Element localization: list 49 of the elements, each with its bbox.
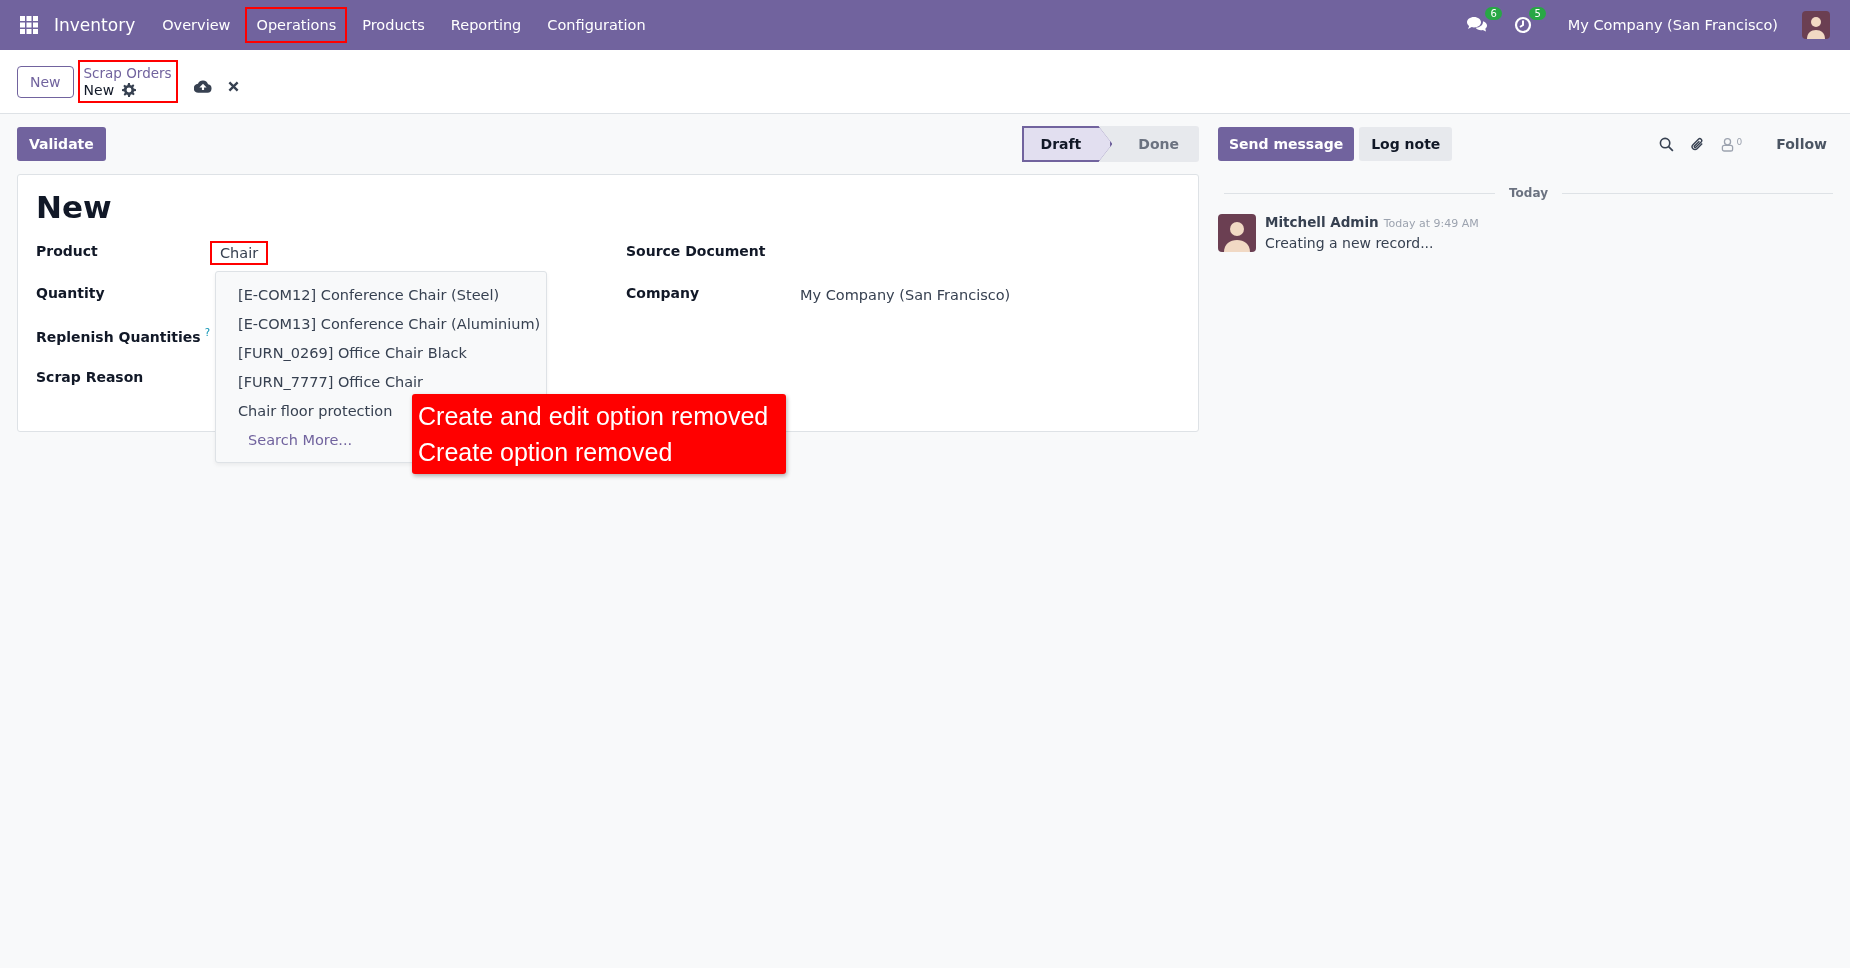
log-note-button[interactable]: Log note: [1359, 127, 1453, 161]
message-count-badge: 6: [1485, 7, 1502, 20]
annotation-text: Create and edit option removed: [418, 401, 770, 432]
status-stage[interactable]: Done: [1112, 126, 1199, 162]
close-icon[interactable]: [227, 81, 239, 92]
dropdown-option[interactable]: [E-COM12] Conference Chair (Steel): [216, 280, 546, 309]
field-label: Replenish Quantities: [36, 328, 201, 345]
date-separator: Today: [1495, 186, 1562, 200]
status-stage[interactable]: Draft: [1021, 126, 1113, 162]
menu-item[interactable]: Reporting: [439, 7, 533, 43]
product-input-field[interactable]: Chair: [210, 241, 269, 265]
annotation-text: Create option removed: [418, 437, 674, 468]
menu-item[interactable]: Configuration: [536, 7, 657, 43]
menu-item[interactable]: Operations: [245, 7, 348, 43]
paperclip-icon[interactable]: [1689, 135, 1705, 153]
field-value[interactable]: My Company (San Francisco): [800, 287, 1011, 303]
field-label: Quantity: [36, 285, 105, 301]
dropdown-option[interactable]: [E-COM13] Conference Chair (Aluminium): [216, 309, 546, 338]
send-message-button[interactable]: Send message: [1218, 127, 1355, 161]
settings-icon[interactable]: [122, 83, 137, 97]
new-button[interactable]: New: [17, 65, 74, 98]
message-author: Mitchell Admin: [1265, 214, 1379, 230]
menu-item[interactable]: Products: [351, 7, 436, 43]
validate-button[interactable]: Validate: [17, 127, 106, 161]
message-time: Today at 9:49 AM: [1383, 217, 1479, 230]
followers-count: 0: [1736, 136, 1743, 147]
search-icon[interactable]: [1658, 136, 1674, 152]
user-avatar-icon[interactable]: [1802, 11, 1830, 39]
company-switcher[interactable]: My Company (San Francisco): [1567, 17, 1778, 33]
help-tooltip-mark[interactable]: ?: [204, 327, 210, 338]
dropdown-option[interactable]: [FURN_7777] Office Chair: [216, 367, 546, 396]
field-label: Company: [626, 285, 700, 301]
message-text: Creating a new record...: [1265, 235, 1435, 251]
record-name: New: [83, 82, 115, 98]
dropdown-option[interactable]: [FURN_0269] Office Chair Black: [216, 338, 546, 367]
menu-item[interactable]: Overview: [151, 7, 242, 43]
field-label: Source Document: [626, 243, 766, 259]
record-title: New: [36, 189, 113, 225]
activity-count-badge: 5: [1529, 7, 1546, 20]
author-avatar-icon: [1218, 214, 1256, 252]
field-label: Product: [36, 243, 98, 259]
app-name-link[interactable]: Inventory: [54, 15, 136, 35]
field-label: Scrap Reason: [36, 369, 144, 385]
clock-icon[interactable]: [1513, 16, 1532, 34]
follow-button[interactable]: Follow: [1770, 135, 1833, 153]
cloud-upload-icon[interactable]: [193, 80, 212, 93]
breadcrumb-link[interactable]: Scrap Orders: [83, 65, 172, 81]
chat-icon[interactable]: [1465, 16, 1488, 34]
apps-grid-icon[interactable]: [20, 16, 38, 34]
